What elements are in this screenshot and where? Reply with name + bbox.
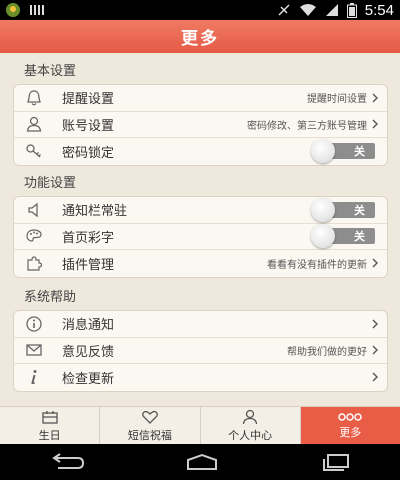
toggle-knob [311,224,335,249]
feedback-row[interactable]: 意见反馈 帮助我们做的更好 [14,338,387,364]
toggle-knob [311,197,335,222]
wifi-icon [299,4,316,16]
tab-label: 生日 [38,428,61,442]
user-icon [24,114,44,134]
basic-settings-card: 提醒设置 提醒时间设置 账号设置 密码修改、第三方账号管理 密码锁定 关 [13,84,388,166]
app-notification-icon [6,3,20,17]
section-title-basic: 基本设置 [24,64,77,79]
person-icon [242,409,258,424]
row-label: 提醒设置 [62,92,115,108]
row-label: 通知栏常驻 [62,204,128,220]
cell-signal-icon [325,4,338,16]
plugin-management-row[interactable]: 插件管理 看看有没有插件的更新 [14,250,387,277]
row-detail: 提醒时间设置 [307,94,367,106]
system-help-card: 消息通知 意见反馈 帮助我们做的更好 检查更新 [13,310,388,392]
toggle-knob [311,139,335,164]
back-icon[interactable] [48,453,86,471]
recent-apps-icon[interactable] [318,453,352,471]
row-label: 意见反馈 [62,344,115,360]
reminder-settings-row[interactable]: 提醒设置 提醒时间设置 [14,85,387,112]
chevron-right-icon [372,319,378,329]
section-title-features: 功能设置 [24,176,77,191]
chevron-right-icon [372,345,378,355]
row-label: 首页彩字 [62,230,115,246]
more-dots-icon [338,412,363,421]
row-label: 检查更新 [62,371,115,387]
heart-icon [141,410,158,424]
chevron-right-icon [372,119,378,129]
signal-off-icon [278,4,290,16]
home-icon[interactable] [182,453,222,471]
info-italic-icon [24,367,44,387]
password-lock-row: 密码锁定 关 [14,138,387,165]
section-title-help: 系统帮助 [24,290,77,305]
tab-label: 短信祝福 [127,428,172,442]
title-bar: 更多 [0,20,400,53]
chevron-right-icon [372,93,378,103]
status-time: 5:54 [364,1,394,19]
system-nav-bar [0,444,400,480]
tab-label: 更多 [339,425,362,439]
tab-personal-center[interactable]: 个人中心 [201,407,301,444]
homepage-color-text-toggle[interactable]: 关 [311,224,375,249]
tab-label: 个人中心 [228,428,273,442]
chevron-right-icon [372,258,378,268]
row-label: 消息通知 [62,318,115,334]
notification-bar-row: 通知栏常驻 关 [14,197,387,224]
row-detail: 帮助我们做的更好 [287,346,367,358]
message-notification-row[interactable]: 消息通知 [14,311,387,338]
tab-birthday[interactable]: 生日 [0,407,101,444]
speaker-icon [24,200,44,220]
check-update-row[interactable]: 检查更新 [14,364,387,391]
row-label: 插件管理 [62,257,115,273]
password-lock-toggle[interactable]: 关 [311,139,375,164]
info-icon [24,314,44,334]
tab-more[interactable]: 更多 [300,407,400,444]
toggle-text: 关 [354,145,365,159]
feature-settings-card: 通知栏常驻 关 首页彩字 关 插件管理 看看有没有插件的更新 [13,196,388,278]
puzzle-icon [24,253,44,273]
chevron-right-icon [372,372,378,382]
row-label: 密码锁定 [62,145,115,161]
account-settings-row[interactable]: 账号设置 密码修改、第三方账号管理 [14,112,387,138]
status-bar: 5:54 [0,0,400,20]
row-detail: 密码修改、第三方账号管理 [247,120,367,132]
mail-icon [24,340,44,360]
barcode-notification-icon [30,5,44,15]
toggle-text: 关 [354,203,365,217]
page-title: 更多 [181,29,219,49]
battery-icon [346,2,357,18]
toggle-text: 关 [354,230,365,244]
bell-icon [24,88,44,108]
palette-icon [24,226,44,246]
row-label: 账号设置 [62,118,115,134]
tab-sms-wishes[interactable]: 短信祝福 [100,407,201,444]
homepage-color-text-row: 首页彩字 关 [14,224,387,250]
bottom-tab-bar: 生日 短信祝福 个人中心 更多 [0,406,400,444]
notification-bar-toggle[interactable]: 关 [311,197,375,222]
row-detail: 看看有没有插件的更新 [267,259,367,271]
key-icon [24,141,44,161]
calendar-icon [41,410,58,424]
